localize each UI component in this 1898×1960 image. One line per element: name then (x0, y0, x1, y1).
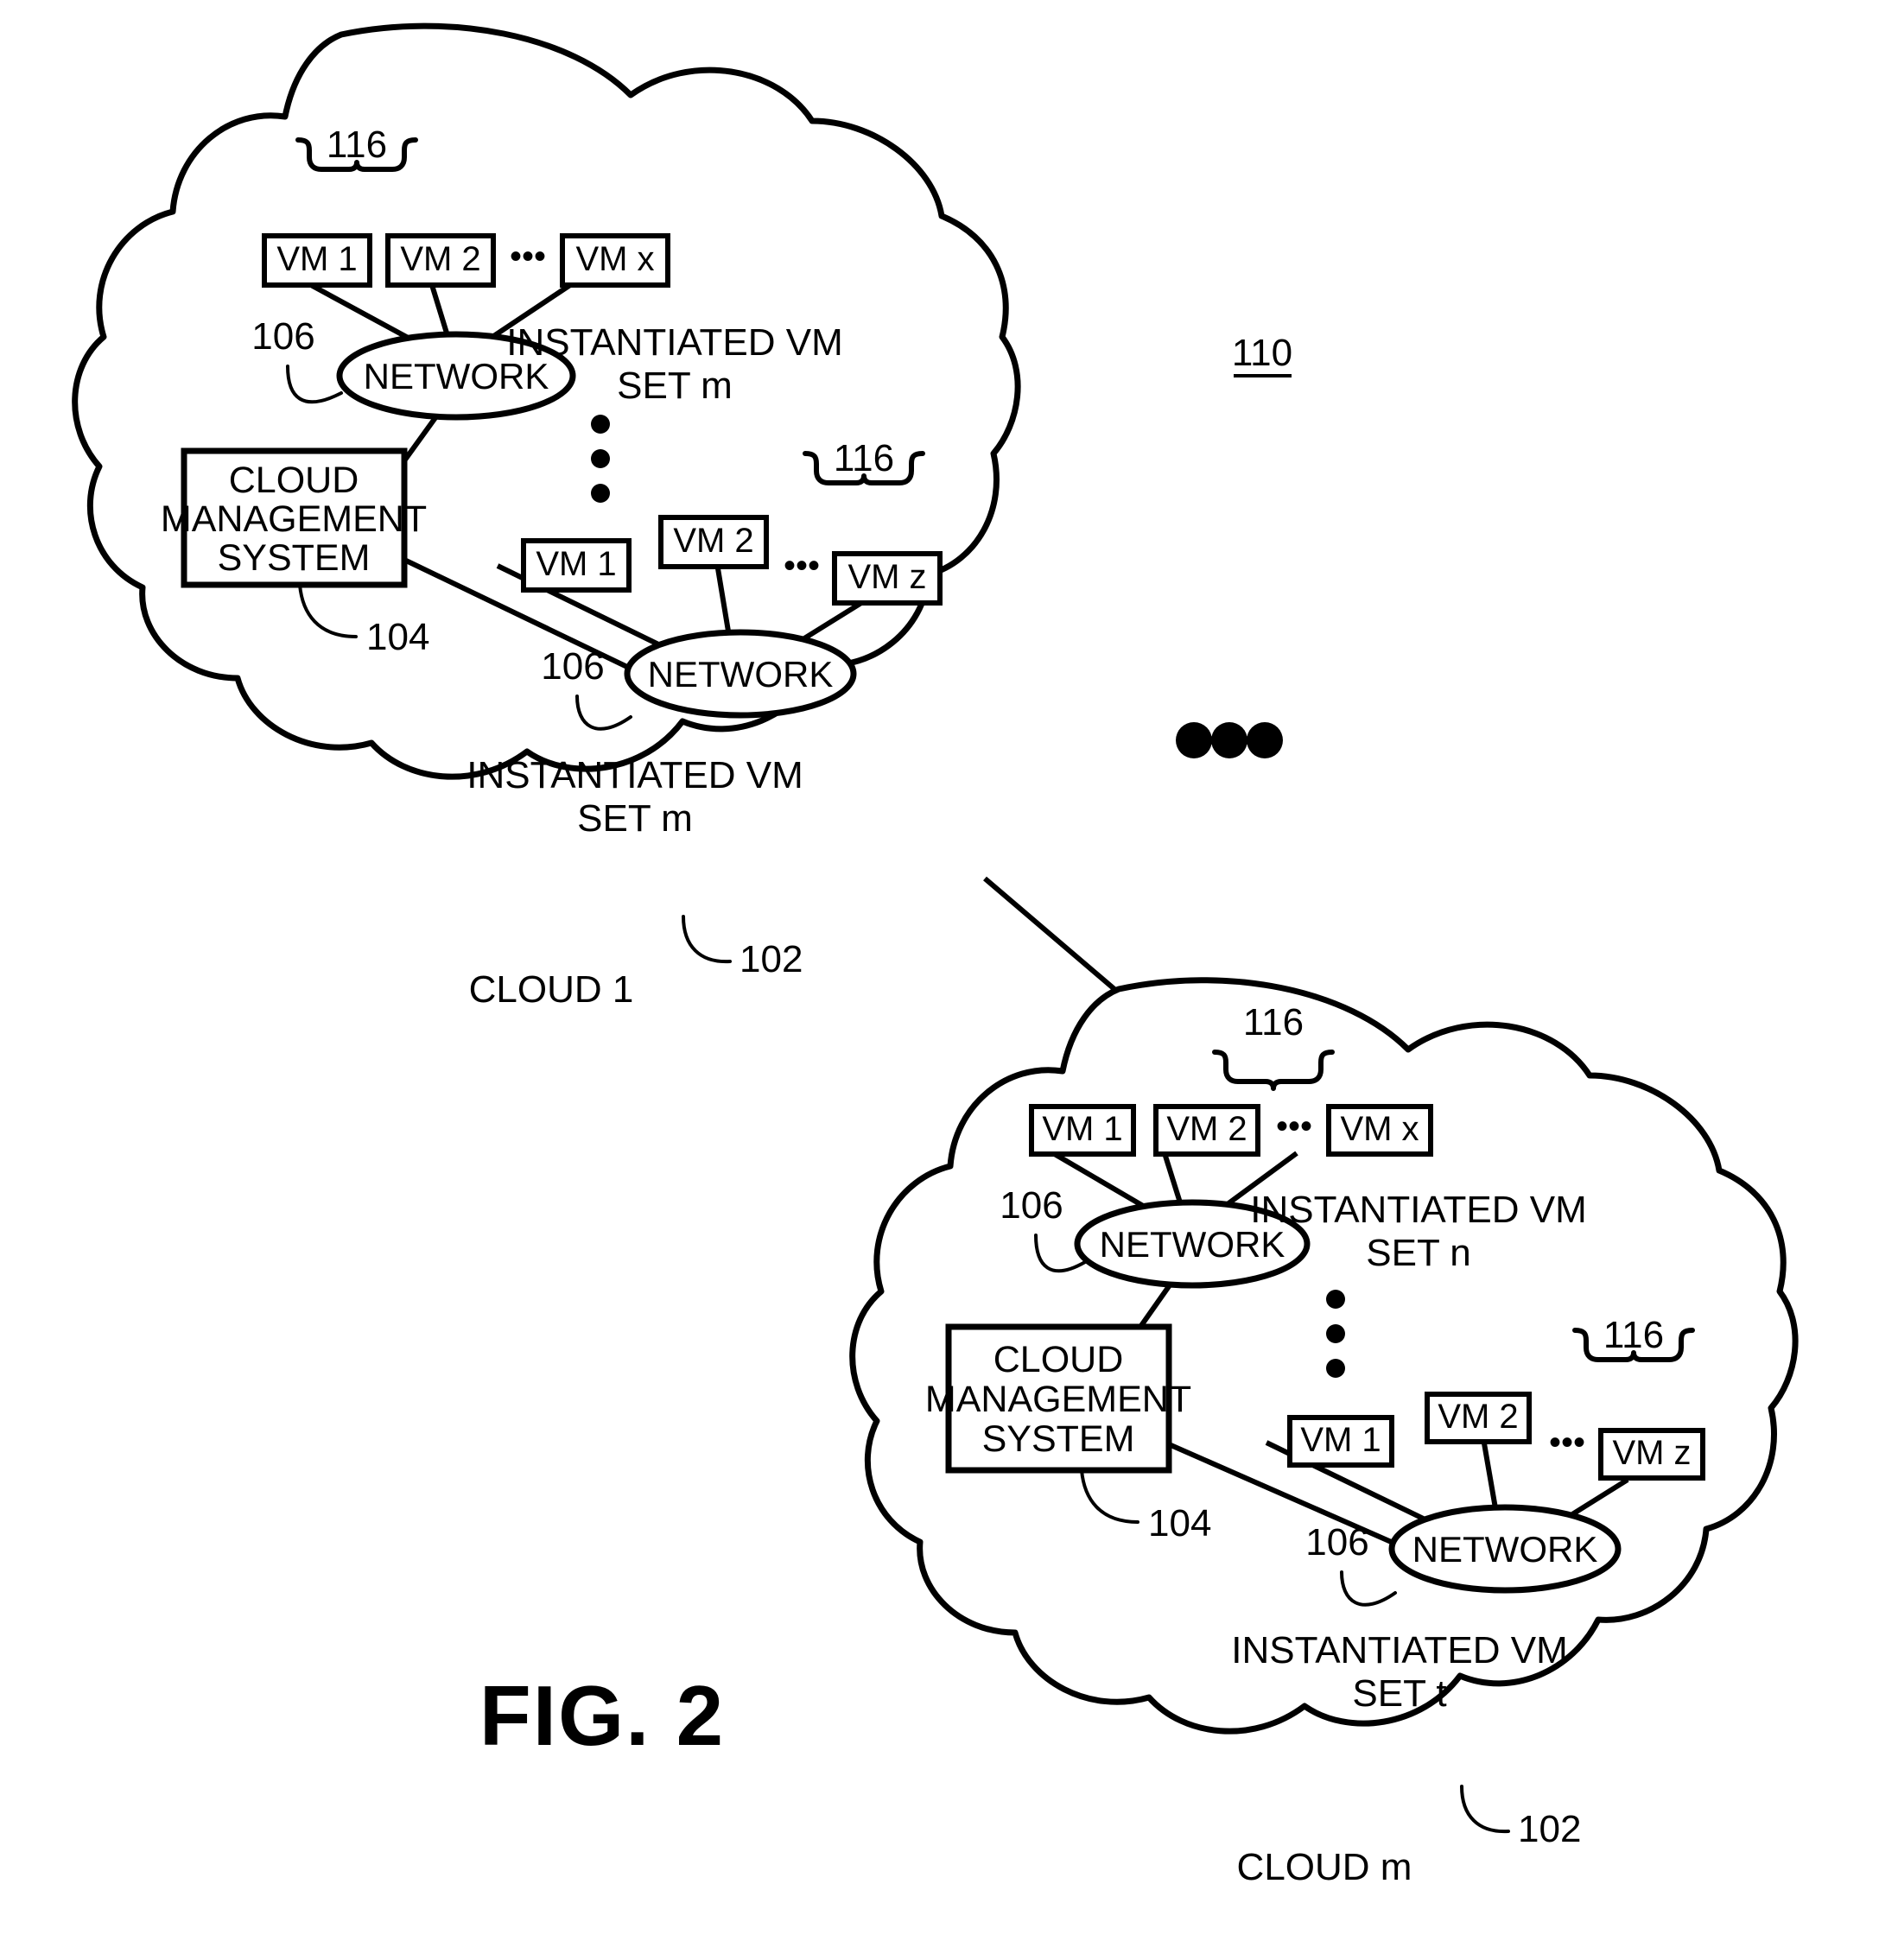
cloud-m-bottom-vm-z-label: VM z (1612, 1434, 1691, 1472)
cloud-m-bottom-network-label: NETWORK (1412, 1529, 1598, 1570)
cloud-1-bottom-vm-1-label: VM 1 (536, 545, 616, 583)
cloud-m-vertical-ellipsis-icon (1326, 1290, 1345, 1378)
patent-figure: 116 VM 1 VM 2 ••• VM x NETWORK 106 INSTA… (0, 0, 1898, 1960)
cloud-1-group: 116 VM 1 VM 2 ••• VM x NETWORK 106 INSTA… (72, 22, 1021, 1011)
figure-canvas: 116 VM 1 VM 2 ••• VM x NETWORK 106 INSTA… (72, 22, 1799, 1888)
cloud-1-bottom-vm-ellipsis: ••• (784, 547, 820, 585)
cloud-1-management-system-label-line3: SYSTEM (218, 537, 371, 579)
cloud-m-top-vm-x-label: VM x (1340, 1110, 1419, 1148)
cloud-1-top-vm-x-label: VM x (575, 240, 654, 278)
cloud-m-management-system-label-line1: CLOUD (993, 1339, 1124, 1380)
cloud-m-bottom-brace-ref: 116 (1603, 1314, 1664, 1356)
cloud-m-top-vm-ellipsis: ••• (1276, 1107, 1312, 1145)
cloud-m-name: CLOUD m (1237, 1846, 1412, 1888)
cloud-1-ref-leader (682, 915, 732, 964)
cloud-1-top-vm-1-label: VM 1 (276, 240, 357, 278)
cloud-1-management-system-label-line2: MANAGEMENT (161, 498, 427, 540)
cloud-1-top-brace-ref: 116 (327, 124, 387, 166)
cloud-1-bottom-network-label: NETWORK (648, 654, 834, 695)
cloud-1-management-system-label-line1: CLOUD (229, 460, 359, 501)
cloud-m-ref: 102 (1518, 1808, 1581, 1850)
cloud-1-bottom-set-label-line2: SET m (577, 797, 693, 840)
cloud-m-management-system-label-line3: SYSTEM (982, 1418, 1135, 1460)
cloud-1-vertical-ellipsis-icon (591, 415, 610, 503)
cloud-1-top-vm-ellipsis: ••• (510, 238, 546, 276)
cloud-m-top-set-label-line2: SET n (1366, 1232, 1470, 1274)
cloud-m-bottom-set-label-line1: INSTANTIATED VM (1231, 1629, 1568, 1671)
cloud-1-bottom-network-ref: 106 (541, 645, 604, 688)
cloud-1-ref: 102 (740, 938, 803, 980)
system-ref-group: 110 (1232, 332, 1292, 377)
cloud-m-bottom-vm-1-label: VM 1 (1300, 1421, 1381, 1459)
cloud-m-top-network-ref: 106 (1000, 1184, 1063, 1227)
cloud-m-group: 116 VM 1 VM 2 ••• VM x NETWORK 106 INSTA… (849, 977, 1799, 1888)
cloud-1-top-set-label-line1: INSTANTIATED VM (506, 321, 843, 364)
between-clouds-ellipsis-icon (1176, 722, 1283, 758)
cloud-1-bottom-brace-ref: 116 (834, 437, 894, 479)
cloud-1-bottom-vm-z-label: VM z (847, 558, 926, 596)
cloud-m-top-vm-1-label: VM 1 (1042, 1110, 1122, 1148)
cloud-m-bottom-vm-2-label: VM 2 (1438, 1398, 1518, 1436)
cloud-m-bottom-vm-ellipsis: ••• (1549, 1424, 1585, 1462)
cloud-1-management-system-ref: 104 (366, 616, 429, 658)
cloud-m-top-vm-2-label: VM 2 (1166, 1110, 1247, 1148)
cloud-m-management-system-ref: 104 (1148, 1502, 1211, 1545)
system-ref: 110 (1232, 332, 1292, 374)
cloud-m-ref-leader (1460, 1785, 1510, 1834)
cloud-1-name: CLOUD 1 (469, 968, 634, 1011)
cloud-m-bottom-network-ref: 106 (1305, 1521, 1368, 1564)
inter-cloud-link (983, 876, 1116, 992)
cloud-m-bottom-set-label-line2: SET t (1352, 1672, 1446, 1715)
cloud-1-bottom-set-label-line1: INSTANTIATED VM (467, 754, 803, 796)
cloud-1-top-vm-2-label: VM 2 (400, 240, 480, 278)
cloud-m-management-system-label-line2: MANAGEMENT (925, 1379, 1191, 1420)
cloud-m-top-set-label-line1: INSTANTIATED VM (1250, 1189, 1587, 1231)
cloud-m-top-brace-ref: 116 (1243, 1001, 1304, 1043)
cloud-1-top-network-ref: 106 (251, 315, 314, 358)
figure-caption: FIG. 2 (479, 1668, 725, 1763)
cloud-1-bottom-vm-2-label: VM 2 (673, 522, 753, 560)
cloud-1-top-set-label-line2: SET m (617, 365, 733, 407)
